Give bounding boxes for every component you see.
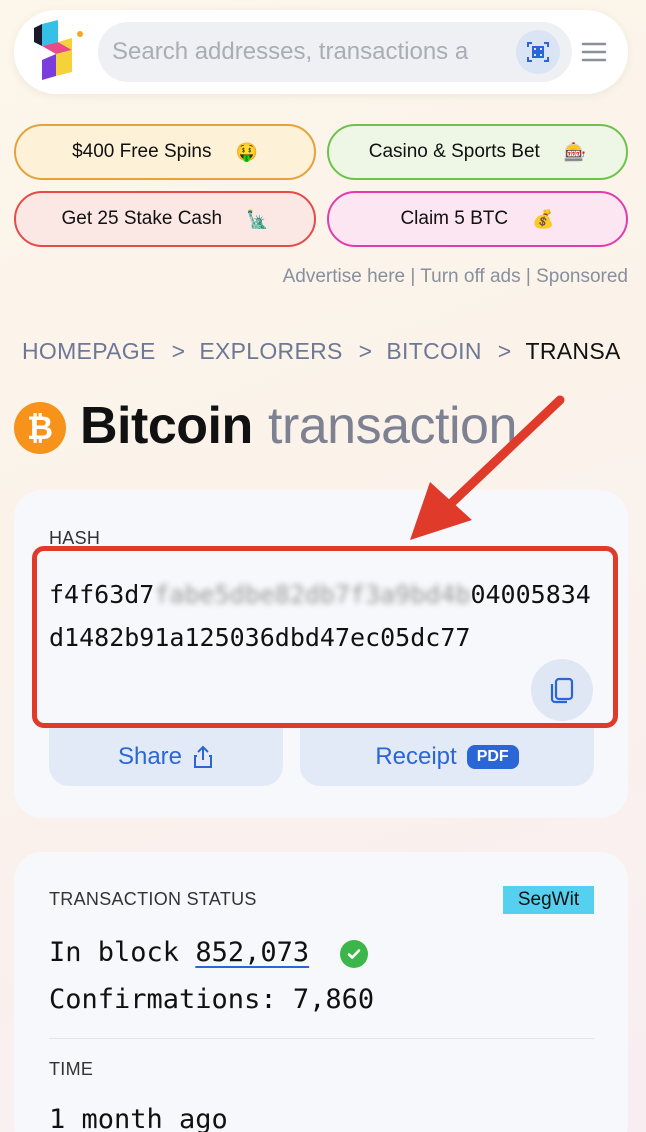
top-bar: Search addresses, transactions a xyxy=(14,10,628,94)
hash-part: 040 xyxy=(470,580,516,609)
confirmations: Confirmations: 7,860 xyxy=(49,984,375,1015)
breadcrumb-separator: > xyxy=(358,338,373,364)
page: Search addresses, transactions a $400 Fr… xyxy=(0,0,646,1132)
share-label: Share xyxy=(117,743,183,770)
page-title-sub: transaction xyxy=(268,397,517,455)
qr-scan-icon xyxy=(527,42,549,62)
ad-pill-free-spins[interactable]: $400 Free Spins 🤑 xyxy=(14,124,316,180)
ad-links[interactable]: Advertise here | Turn off ads | Sponsore… xyxy=(283,266,628,288)
copy-hash-button[interactable] xyxy=(531,659,593,721)
divider xyxy=(49,1038,594,1039)
share-button[interactable]: Share xyxy=(49,728,283,786)
qr-scan-button[interactable] xyxy=(516,30,560,74)
ad-pill-label: Casino & Sports Bet xyxy=(368,141,540,162)
statue-of-liberty-icon: 🗽 xyxy=(246,208,269,229)
breadcrumb-current: TRANSA xyxy=(525,338,621,364)
bitcoin-icon: ₿ xyxy=(14,402,66,454)
transaction-status-label: TRANSACTION STATUS xyxy=(49,889,257,909)
time-value: 1 month ago xyxy=(49,1104,228,1132)
block-number-link[interactable]: 852,073 xyxy=(195,937,309,968)
confirmed-check-icon xyxy=(340,940,368,968)
breadcrumb: HOMEPAGE > EXPLORERS > BITCOIN > TRANSA xyxy=(22,338,626,365)
ad-pill-stake-cash[interactable]: Get 25 Stake Cash 🗽 xyxy=(14,191,316,247)
ad-pill-claim-btc[interactable]: Claim 5 BTC 💰 xyxy=(327,191,628,247)
transaction-hash[interactable]: f4f63d7fabe5dbe82db7f3a9bd4b04005834d148… xyxy=(49,573,595,659)
ad-pill-label: $400 Free Spins xyxy=(72,141,212,162)
share-icon xyxy=(194,745,213,768)
block-status: In block 852,073 xyxy=(49,937,309,968)
page-title-main: Bitcoin xyxy=(80,397,253,455)
segwit-badge: SegWit xyxy=(503,886,594,914)
ad-pill-label: Claim 5 BTC xyxy=(400,208,509,229)
money-bag-icon: 💰 xyxy=(532,208,555,229)
money-face-icon: 🤑 xyxy=(235,141,258,162)
ad-pill-casino[interactable]: Casino & Sports Bet 🎰 xyxy=(327,124,628,180)
search-input[interactable]: Search addresses, transactions a xyxy=(112,38,496,66)
receipt-button[interactable]: Receipt PDF xyxy=(300,728,594,786)
hash-part: f4f63d7 xyxy=(49,580,155,609)
time-label: TIME xyxy=(49,1059,94,1079)
breadcrumb-separator: > xyxy=(171,338,186,364)
hamburger-menu-button[interactable] xyxy=(580,38,608,66)
breadcrumb-bitcoin[interactable]: BITCOIN xyxy=(386,338,481,364)
site-logo[interactable] xyxy=(28,20,86,84)
ad-pill-label: Get 25 Stake Cash xyxy=(61,208,223,229)
slot-machine-icon: 🎰 xyxy=(563,141,587,162)
menu-icon xyxy=(581,42,607,62)
hash-part: 77 xyxy=(440,623,471,652)
breadcrumb-explorers[interactable]: EXPLORERS xyxy=(199,338,342,364)
breadcrumb-homepage[interactable]: HOMEPAGE xyxy=(22,338,156,364)
search-bar[interactable]: Search addresses, transactions a xyxy=(98,22,572,82)
pdf-badge: PDF xyxy=(466,745,519,769)
receipt-label: Receipt xyxy=(375,743,457,770)
hash-highlight-box: f4f63d7fabe5dbe82db7f3a9bd4b04005834d148… xyxy=(32,546,618,728)
breadcrumb-separator: > xyxy=(497,338,512,364)
in-block-text: In block xyxy=(49,937,196,968)
copy-icon xyxy=(550,677,574,704)
hash-blurred-part: fabe5dbe82db7f3a9bd4b xyxy=(154,580,471,609)
